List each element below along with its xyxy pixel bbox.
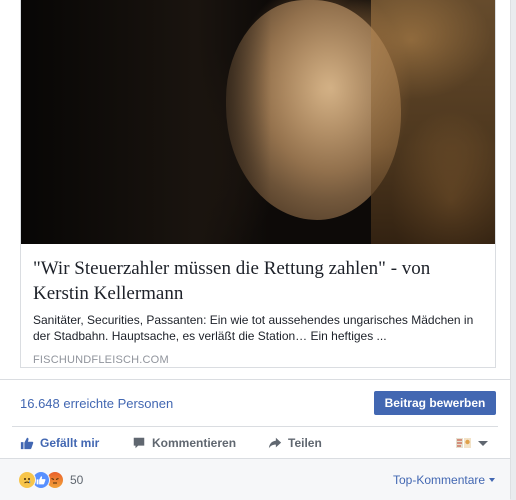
- reach-count-link[interactable]: 16.648 erreichte Personen: [20, 396, 173, 411]
- link-description: Sanitäter, Securities, Passanten: Ein wi…: [33, 313, 474, 343]
- share-label: Teilen: [288, 436, 322, 450]
- link-preview[interactable]: "Wir Steuerzahler müssen die Rettung zah…: [20, 0, 496, 368]
- link-preview-text[interactable]: "Wir Steuerzahler müssen die Rettung zah…: [33, 256, 485, 366]
- share-button[interactable]: Teilen: [268, 433, 322, 453]
- comment-label: Kommentieren: [152, 436, 237, 450]
- caret-down-icon: [489, 478, 496, 482]
- link-preview-image[interactable]: [21, 0, 495, 244]
- portrait-shadow: [21, 0, 271, 244]
- chevron-down-icon: [478, 441, 488, 446]
- reactions-summary[interactable]: 50: [18, 471, 83, 489]
- comment-button[interactable]: Kommentieren: [132, 433, 236, 453]
- reactions-footer: 50 Top-Kommentare: [0, 458, 510, 500]
- like-label: Gefällt mir: [40, 436, 100, 450]
- reach-row: 16.648 erreichte Personen Beitrag bewerb…: [0, 380, 510, 425]
- post-card: "Wir Steuerzahler müssen die Rettung zah…: [0, 0, 511, 500]
- reaction-count[interactable]: 50: [70, 473, 83, 487]
- like-button[interactable]: Gefällt mir: [20, 433, 99, 453]
- portrait-hair: [371, 0, 495, 244]
- sad-reaction-icon: [18, 471, 36, 489]
- comment-sort-label: Top-Kommentare: [393, 473, 486, 487]
- comment-icon: [133, 437, 145, 449]
- page-selector[interactable]: [456, 435, 492, 451]
- link-domain: FISCHUNDFLEISCH.COM: [33, 354, 169, 366]
- share-icon: [268, 437, 282, 449]
- promote-post-button[interactable]: Beitrag bewerben: [374, 391, 496, 415]
- link-title[interactable]: "Wir Steuerzahler müssen die Rettung zah…: [33, 256, 485, 306]
- like-icon: [20, 437, 34, 450]
- page-avatar-icon: [456, 438, 471, 448]
- comment-sort-dropdown[interactable]: Top-Kommentare: [393, 473, 496, 487]
- post-actions: Gefällt mir Kommentieren Teilen: [0, 427, 510, 457]
